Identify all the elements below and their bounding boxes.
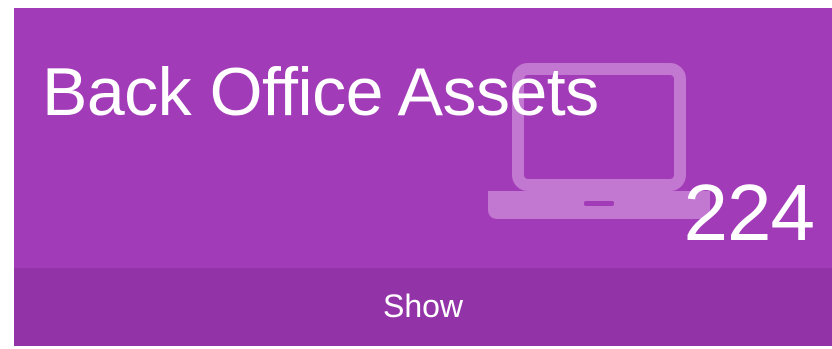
tile-body: Back Office Assets 224 — [14, 8, 832, 268]
show-button[interactable]: Show — [14, 268, 832, 346]
show-button-label: Show — [382, 288, 464, 324]
asset-count: 224 — [683, 168, 815, 257]
tile-title: Back Office Assets — [42, 54, 599, 130]
back-office-assets-tile: Back Office Assets 224 Show — [14, 8, 832, 346]
